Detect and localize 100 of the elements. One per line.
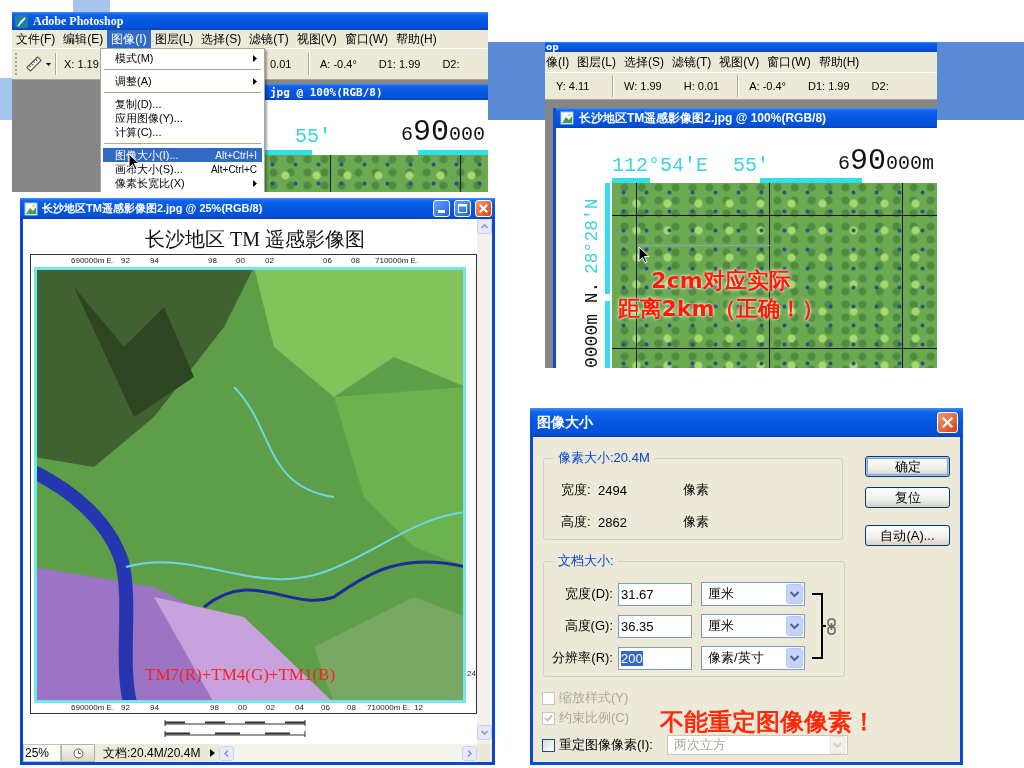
unit-dropdown[interactable]: 厘米 [701, 582, 805, 606]
window-title: op [546, 43, 559, 52]
image-file-icon [24, 201, 38, 216]
menu-item[interactable]: 编辑(E) [59, 30, 108, 48]
close-icon [942, 417, 953, 428]
checkbox-label: 缩放样式(Y) [559, 689, 629, 707]
field-label: 分辨率(R): [551, 649, 613, 667]
dialog-button[interactable]: 自动(A)... [865, 525, 950, 546]
decorative-square [0, 78, 12, 120]
menu-item[interactable]: 应用图像(Y)... [103, 111, 262, 125]
measurement-readout: D1: 1.99 [378, 58, 421, 70]
caret-icon[interactable] [46, 62, 51, 66]
minimize-icon [438, 210, 445, 213]
coordinate-label: 0000m N. [582, 281, 602, 368]
maximize-button[interactable] [454, 200, 471, 217]
menu-item[interactable]: 像(I) [545, 52, 574, 72]
cursor-icon [638, 246, 650, 264]
menu-item[interactable]: 调整(A) [103, 74, 262, 88]
tick-label: 06 [321, 703, 330, 713]
status-button[interactable] [61, 744, 95, 762]
menu-item[interactable]: 计算(C)... [103, 125, 262, 139]
tick-label: 690000m E. [71, 703, 115, 713]
menu-item[interactable]: 像素长宽比(X) [103, 176, 262, 190]
unit-dropdown[interactable]: 厘米 [701, 614, 805, 638]
menu-item[interactable]: 窗口(W) [763, 52, 815, 72]
tick-label: 02 [266, 703, 275, 713]
menu-item[interactable]: 视图(V) [715, 52, 764, 72]
tick-label: 710000m E. [375, 256, 419, 266]
tick-label: 06 [323, 256, 332, 266]
coordinate-label: 28°28′N [582, 197, 602, 274]
image-file-icon [560, 111, 574, 125]
dialog-button[interactable]: 复位 [865, 487, 950, 508]
measurement-readout: A: -0.4° [320, 58, 357, 70]
tick-label: 98 [208, 256, 217, 266]
tick-label: 08 [347, 703, 356, 713]
measurement-readout: D2: [442, 58, 460, 70]
coordinate-label: 55′ [295, 127, 331, 147]
tick-label: 00 [238, 703, 247, 713]
menu-item[interactable]: 文件(F) [12, 30, 60, 48]
window-title: Adobe Photoshop [33, 13, 124, 29]
map-title: 长沙地区 TM 遥感影像图 [145, 227, 365, 251]
menu-item[interactable]: 视图(V) [292, 30, 341, 48]
measurement-readout: D2: [871, 80, 889, 92]
close-button[interactable] [475, 200, 492, 217]
menu-item[interactable]: 图层(L) [150, 30, 198, 48]
menu-item[interactable]: 图层(L) [573, 52, 620, 72]
menu-item[interactable]: 帮助(H) [814, 52, 864, 72]
menu-item[interactable]: 图像(I) [107, 30, 151, 48]
menu-item[interactable]: 选择(S) [197, 30, 246, 48]
checkbox-label: 约束比例(C) [559, 709, 630, 727]
vertical-scrollbar[interactable] [477, 219, 492, 744]
measurement-readout: D1: 1.99 [808, 80, 850, 92]
measurement-readout: H: 0.01 [683, 80, 720, 92]
window-title: 长沙地区TM遥感影像图2.jpg @ 100%(RGB/8) [579, 109, 827, 127]
menu-item[interactable]: 滤镜(T) [668, 52, 716, 72]
tick-label: 92 [121, 703, 130, 713]
measurement-readout: W: 1.99 [624, 80, 662, 92]
menu-item[interactable]: 选择(S) [620, 52, 668, 72]
tick-label: 94 [150, 256, 159, 266]
coordinate-label: 112°54′E [612, 156, 708, 176]
unit-dropdown[interactable]: 像素/英寸 [701, 646, 805, 670]
ruler-icon[interactable] [26, 56, 42, 72]
tick-label: 00 [236, 256, 245, 266]
close-button[interactable] [937, 412, 958, 433]
tick-label: 24 [467, 669, 476, 679]
checkbox[interactable] [542, 738, 555, 752]
pen-icon [15, 14, 28, 28]
tick-label: 92 [121, 256, 130, 266]
input-field[interactable]: 31.67 [618, 582, 692, 606]
minimize-button[interactable] [433, 200, 450, 217]
measurement-readout: 0.01 [270, 58, 292, 70]
close-icon [479, 204, 488, 213]
dialog-button[interactable]: 确定 [865, 456, 950, 477]
tick-label: 12 [414, 703, 423, 713]
field-label: 高度: [561, 513, 592, 531]
field-value: 2862 [598, 514, 628, 530]
zoom-field[interactable]: 25% [23, 744, 61, 762]
input-field[interactable]: 200 [618, 646, 692, 670]
horizontal-scrollbar[interactable] [219, 744, 477, 762]
unit-label: 像素 [683, 513, 710, 531]
checkbox-label: 重定图像像素(I): [559, 736, 653, 754]
field-label: 宽度: [561, 481, 592, 499]
input-field[interactable]: 36.35 [618, 614, 692, 638]
field-label: 宽度(D): [564, 585, 613, 603]
menu-item[interactable]: 帮助(H) [392, 30, 441, 48]
tick-label: 690000m E. [71, 256, 115, 266]
dialog-title: 图像大小 [537, 413, 594, 432]
menu-item[interactable]: 滤镜(T) [245, 30, 293, 48]
window-title: 长沙地区TM遥感影像图2.jpg @ 25%(RGB/8) [42, 201, 264, 216]
menu-item[interactable]: 复制(D)... [103, 97, 262, 111]
clock-icon [72, 747, 84, 759]
group-title: 文档大小: [554, 553, 618, 569]
tick-label: 04 [295, 703, 304, 713]
menu-item[interactable]: 模式(M) [103, 51, 262, 65]
field-label: 高度(G): [563, 617, 613, 635]
tick-label: 98 [210, 703, 219, 713]
menu-item[interactable]: 窗口(W) [340, 30, 392, 48]
coordinate-label: 690000 [401, 117, 486, 147]
tick-label: 710000m E. [367, 703, 411, 713]
right-triangle-icon [210, 749, 216, 757]
